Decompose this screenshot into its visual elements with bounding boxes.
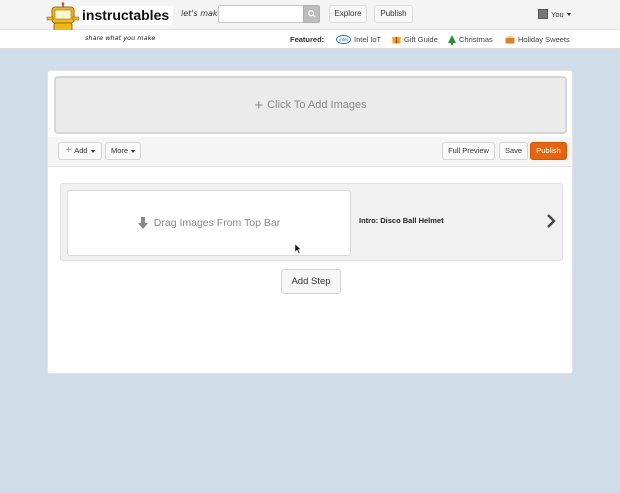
featured-item-gift-guide[interactable]: Gift Guide xyxy=(392,34,438,45)
add-step-button[interactable]: Add Step xyxy=(281,269,341,294)
lets-make-label: let's make xyxy=(181,9,223,18)
sweets-icon xyxy=(505,36,515,44)
plus-icon: + xyxy=(254,96,264,114)
intel-logo-icon: intel xyxy=(336,35,351,44)
explore-button[interactable]: Explore xyxy=(329,5,367,23)
full-preview-button[interactable]: Full Preview xyxy=(442,142,495,160)
featured-item-holiday-sweets[interactable]: Holiday Sweets xyxy=(505,34,570,45)
featured-item-label: Intel IoT xyxy=(354,35,382,44)
site-logo-text[interactable]: instructables xyxy=(79,6,174,25)
svg-text:intel: intel xyxy=(339,37,347,42)
add-images-dropzone[interactable]: + Click To Add Images xyxy=(54,76,567,134)
chevron-down-icon xyxy=(566,12,571,16)
instructable-editor: + Click To Add Images + Add More Full Pr… xyxy=(47,70,573,374)
chevron-down-icon xyxy=(90,149,95,153)
plus-icon: + xyxy=(65,145,72,156)
featured-label: Featured: xyxy=(290,35,325,44)
featured-item-intel-iot[interactable]: intel Intel IoT xyxy=(336,34,381,45)
add-dropdown-button[interactable]: + Add xyxy=(58,142,102,160)
add-button-label: Add xyxy=(74,146,88,155)
arrow-down-icon xyxy=(137,217,148,229)
featured-item-label: Gift Guide xyxy=(404,35,438,44)
tagline: share what you make xyxy=(85,34,156,42)
featured-item-label: Christmas xyxy=(459,35,493,44)
publish-nav-button[interactable]: Publish xyxy=(374,5,413,23)
step-image-dropzone[interactable]: Drag Images From Top Bar xyxy=(67,190,351,256)
save-button[interactable]: Save xyxy=(499,142,528,160)
christmas-tree-icon xyxy=(448,34,456,45)
site-header: instructables let's make Explore Publish… xyxy=(0,0,620,45)
mouse-cursor-icon xyxy=(295,244,302,254)
chevron-right-icon[interactable] xyxy=(546,213,556,229)
editor-toolbar: + Add More Full Preview Save Publish xyxy=(48,137,572,167)
search-input[interactable] xyxy=(218,5,303,23)
step-title[interactable]: Intro: Disco Ball Helmet xyxy=(359,216,444,225)
dropzone-label: Click To Add Images xyxy=(267,99,367,111)
step-dropzone-label: Drag Images From Top Bar xyxy=(153,217,281,229)
publish-button[interactable]: Publish xyxy=(530,142,567,160)
more-button-label: More xyxy=(110,146,129,155)
more-dropdown-button[interactable]: More xyxy=(105,142,141,160)
featured-bar: share what you make Featured: intel Inte… xyxy=(0,30,620,49)
user-menu[interactable]: You xyxy=(538,8,571,20)
user-name: You xyxy=(551,9,564,19)
step-row[interactable]: Drag Images From Top Bar Intro: Disco Ba… xyxy=(60,183,563,261)
search-button[interactable] xyxy=(303,5,320,23)
search-icon xyxy=(307,10,316,18)
chevron-down-icon xyxy=(131,149,136,153)
featured-item-label: Holiday Sweets xyxy=(518,35,570,44)
gift-icon xyxy=(392,37,401,44)
avatar xyxy=(538,9,548,19)
featured-item-christmas[interactable]: Christmas xyxy=(448,34,493,45)
